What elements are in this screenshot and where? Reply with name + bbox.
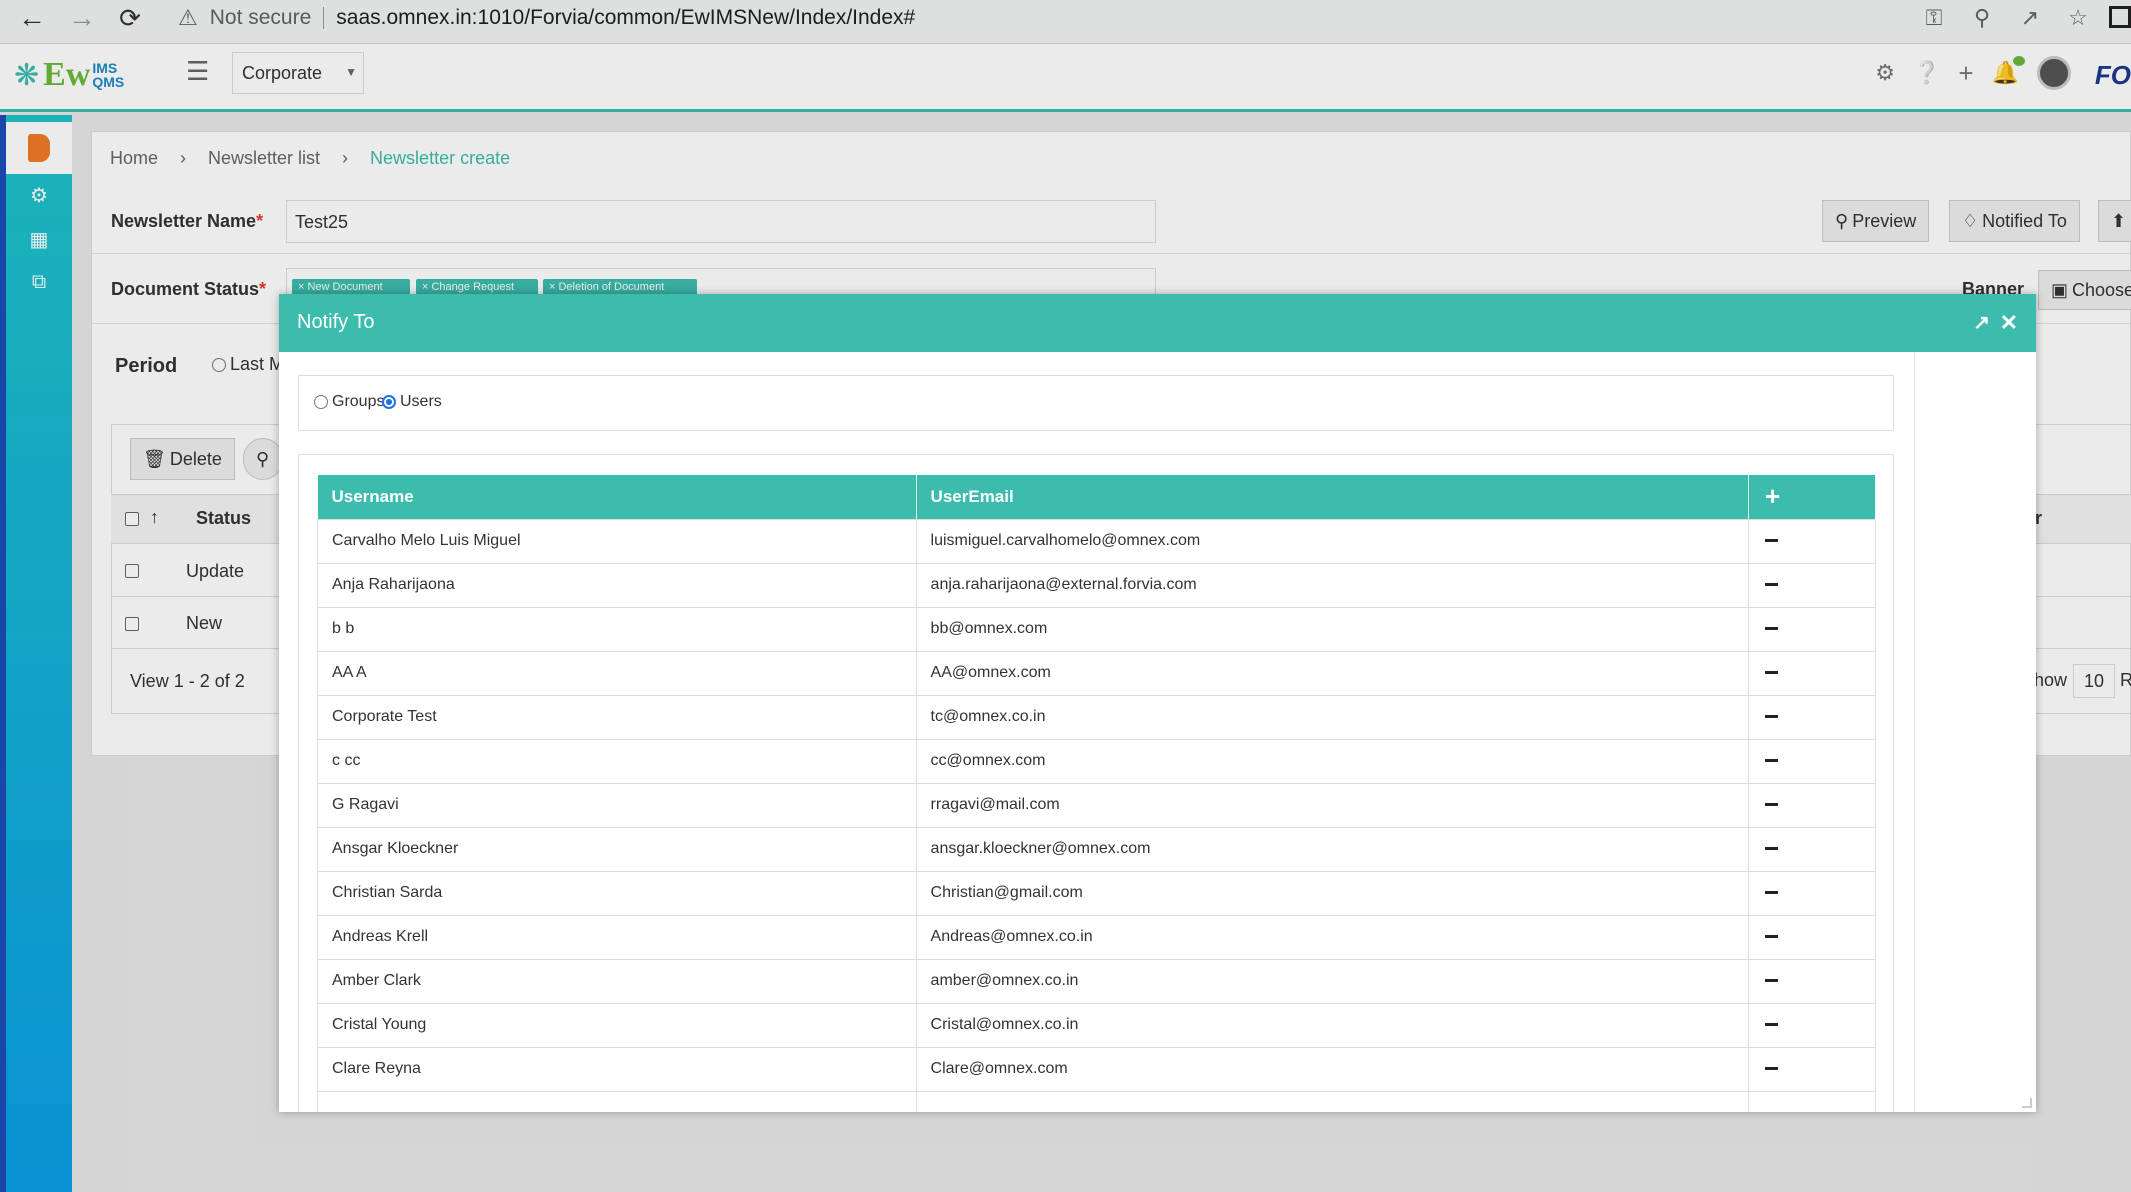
user-row: Cristal Young Cristal@omnex.co.in xyxy=(317,1002,1876,1048)
user-row: c cc cc@omnex.com xyxy=(317,738,1876,784)
users-table: Username UserEmail + Carvalho Melo Luis … xyxy=(317,475,1876,1112)
minus-icon xyxy=(1765,583,1779,587)
minus-icon xyxy=(1765,715,1779,719)
remove-user-button[interactable] xyxy=(1748,738,1876,784)
user-email: bb@omnex.com xyxy=(915,606,1750,652)
minus-icon xyxy=(1765,935,1779,939)
radio-selected-icon xyxy=(382,395,396,409)
users-radio[interactable]: Users xyxy=(382,393,442,411)
remove-user-button[interactable] xyxy=(1748,562,1876,608)
user-email: anja.raharijaona@external.forvia.com xyxy=(915,562,1750,608)
user-row: G Ragavi rragavi@mail.com xyxy=(317,782,1876,828)
minus-icon xyxy=(1765,979,1779,983)
user-name: Clare Reyna xyxy=(317,1046,917,1092)
user-email: tc@omnex.co.in xyxy=(915,694,1750,740)
minus-icon xyxy=(1765,1067,1779,1071)
user-name: b b xyxy=(317,606,917,652)
resize-handle[interactable] xyxy=(2022,1098,2032,1108)
dialog-header: Notify To ↗ ✕ xyxy=(279,294,2036,352)
recipient-type-box: Groups Users xyxy=(298,375,1894,431)
minus-icon xyxy=(1765,847,1779,851)
close-icon[interactable]: ✕ xyxy=(2000,310,2018,336)
remove-user-button[interactable] xyxy=(1748,826,1876,872)
users-table-header: Username UserEmail + xyxy=(317,475,1876,519)
minus-icon xyxy=(1765,759,1779,763)
remove-user-button[interactable] xyxy=(1748,782,1876,828)
add-user-button[interactable]: + xyxy=(1748,475,1876,519)
remove-user-button[interactable] xyxy=(1748,1090,1876,1112)
minus-icon xyxy=(1765,891,1779,895)
user-name: Anja Raharijaona xyxy=(317,562,917,608)
remove-user-button[interactable] xyxy=(1748,650,1876,696)
user-row: Christian Sarda Christian@gmail.com xyxy=(317,870,1876,916)
remove-user-button[interactable] xyxy=(1748,1046,1876,1092)
user-row: b b bb@omnex.com xyxy=(317,606,1876,652)
minus-icon xyxy=(1765,671,1779,675)
user-row: Clare Reyna Clare@omnex.com xyxy=(317,1046,1876,1092)
popout-icon[interactable]: ↗ xyxy=(1973,310,1990,335)
remove-user-button[interactable] xyxy=(1748,518,1876,564)
user-name: c cc xyxy=(317,738,917,784)
user-name: Carvalho Melo Luis Miguel xyxy=(317,518,917,564)
user-row: Carvalho Melo Luis Miguel luismiguel.carv… xyxy=(317,518,1876,564)
user-name: Ansgar Kloeckner xyxy=(317,826,917,872)
username-column-header[interactable]: Username xyxy=(317,475,917,519)
user-email: Christian@gmail.com xyxy=(915,870,1750,916)
minus-icon xyxy=(1765,1023,1779,1027)
user-email: Clare@omnex.com xyxy=(915,1046,1750,1092)
remove-user-button[interactable] xyxy=(1748,1002,1876,1048)
user-name: Amber Clark xyxy=(317,958,917,1004)
user-name: Cristal Young xyxy=(317,1002,917,1048)
user-email: ansgar.kloeckner@omnex.com xyxy=(915,826,1750,872)
remove-user-button[interactable] xyxy=(1748,914,1876,960)
user-name: G Ragavi xyxy=(317,782,917,828)
user-email: cc@omnex.com xyxy=(915,738,1750,784)
user-row: Corporate Test tc@omnex.co.in xyxy=(317,694,1876,740)
minus-icon xyxy=(1765,539,1779,543)
user-email xyxy=(915,1090,1750,1112)
remove-user-button[interactable] xyxy=(1748,958,1876,1004)
user-email: AA@omnex.com xyxy=(915,650,1750,696)
minus-icon xyxy=(1765,627,1779,631)
user-row: Andreas Krell Andreas@omnex.co.in xyxy=(317,914,1876,960)
user-row: Amber Clark amber@omnex.co.in xyxy=(317,958,1876,1004)
radio-icon xyxy=(314,395,328,409)
dialog-title: Notify To xyxy=(297,311,375,333)
users-table-body: Carvalho Melo Luis Miguel luismiguel.carv… xyxy=(317,518,1876,1112)
user-row: Ansgar Kloeckner ansgar.kloeckner@omnex.c… xyxy=(317,826,1876,872)
user-row: Anja Raharijaona anja.raharijaona@externa… xyxy=(317,562,1876,608)
user-name: Christian Sarda xyxy=(317,870,917,916)
user-name: AA A xyxy=(317,650,917,696)
user-row xyxy=(317,1090,1876,1112)
remove-user-button[interactable] xyxy=(1748,606,1876,652)
email-column-header[interactable]: UserEmail xyxy=(916,475,1750,519)
minus-icon xyxy=(1765,803,1779,807)
user-name xyxy=(317,1090,917,1112)
groups-radio[interactable]: Groups xyxy=(314,393,384,411)
remove-user-button[interactable] xyxy=(1748,870,1876,916)
plus-icon: + xyxy=(1765,481,1781,512)
user-email: luismiguel.carvalhomelo@omnex.com xyxy=(915,518,1750,564)
user-name: Corporate Test xyxy=(317,694,917,740)
user-email: Cristal@omnex.co.in xyxy=(915,1002,1750,1048)
user-email: amber@omnex.co.in xyxy=(915,958,1750,1004)
user-name: Andreas Krell xyxy=(317,914,917,960)
notify-to-dialog: Notify To ↗ ✕ Groups Users Username User… xyxy=(279,294,2036,1112)
user-email: Andreas@omnex.co.in xyxy=(915,914,1750,960)
user-row: AA A AA@omnex.com xyxy=(317,650,1876,696)
remove-user-button[interactable] xyxy=(1748,694,1876,740)
user-email: rragavi@mail.com xyxy=(915,782,1750,828)
